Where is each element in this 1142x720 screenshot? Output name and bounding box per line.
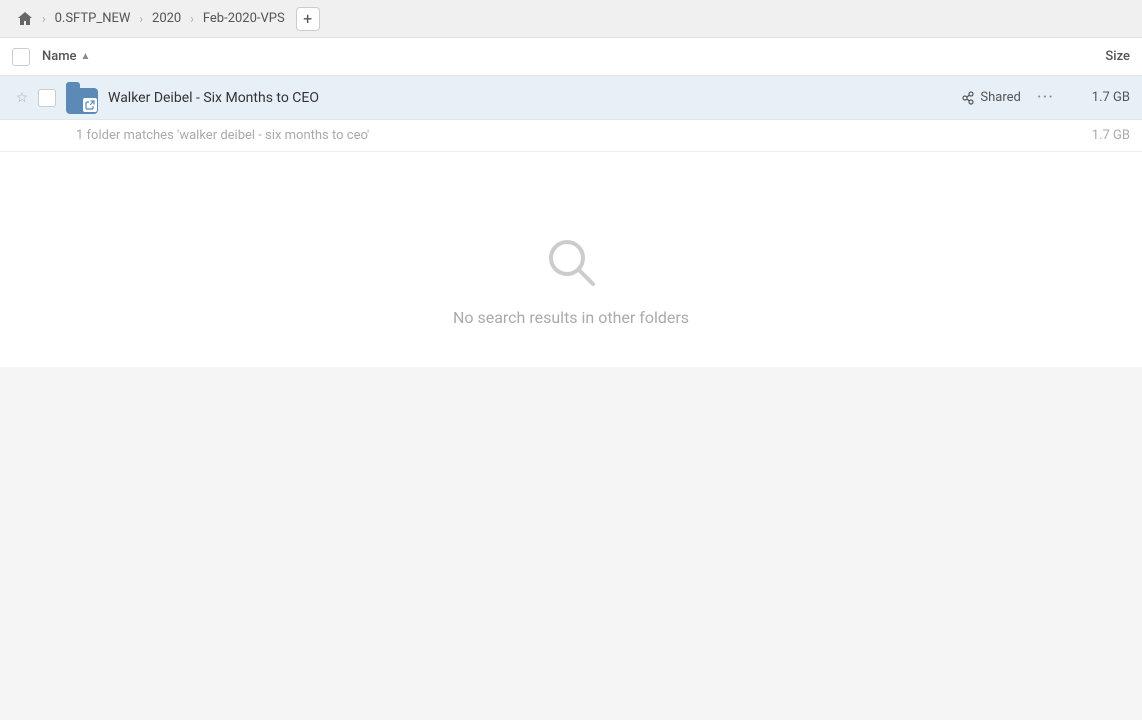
folder-name: Walker Deibel - Six Months to CEO	[108, 90, 961, 106]
breadcrumb-sep-2: ›	[139, 12, 143, 26]
breadcrumb-sep-3: ›	[190, 12, 194, 26]
shared-badge: Shared	[961, 90, 1020, 105]
add-tab-button[interactable]: +	[296, 7, 320, 31]
name-label: Name	[42, 49, 77, 64]
sort-arrow-icon: ▲	[81, 51, 91, 62]
link-overlay-icon	[83, 98, 97, 112]
match-info-row: 1 folder matches 'walker deibel - six mo…	[0, 120, 1142, 152]
breadcrumb-sftp[interactable]: 0.SFTP_NEW	[50, 8, 136, 29]
breadcrumb-sep-1: ›	[42, 12, 46, 26]
match-size: 1.7 GB	[1070, 128, 1130, 143]
size-column-header[interactable]: Size	[1050, 49, 1130, 64]
home-button[interactable]	[12, 8, 38, 30]
table-header: Name ▲ Size	[0, 38, 1142, 76]
star-button[interactable]: ☆	[12, 88, 32, 108]
row-checkbox[interactable]	[38, 89, 56, 107]
breadcrumb: › 0.SFTP_NEW › 2020 › Feb-2020-VPS +	[0, 0, 1142, 38]
breadcrumb-2020[interactable]: 2020	[147, 8, 186, 29]
name-column-header[interactable]: Name ▲	[42, 49, 1050, 64]
folder-icon	[66, 82, 98, 114]
row-size: 1.7 GB	[1070, 90, 1130, 105]
empty-state: No search results in other folders	[0, 152, 1142, 367]
star-icon: ☆	[16, 90, 29, 106]
select-all-checkbox[interactable]	[12, 48, 30, 66]
breadcrumb-feb2020vps[interactable]: Feb-2020-VPS	[198, 8, 290, 29]
shared-label: Shared	[980, 90, 1020, 105]
no-results-search-icon	[541, 232, 601, 292]
file-row[interactable]: ☆ Walker Deibel - Six Months to CEO Shar…	[0, 76, 1142, 120]
match-info-text: 1 folder matches 'walker deibel - six mo…	[76, 128, 1070, 143]
more-options-button[interactable]: ···	[1037, 87, 1054, 108]
no-results-text: No search results in other folders	[453, 308, 689, 327]
